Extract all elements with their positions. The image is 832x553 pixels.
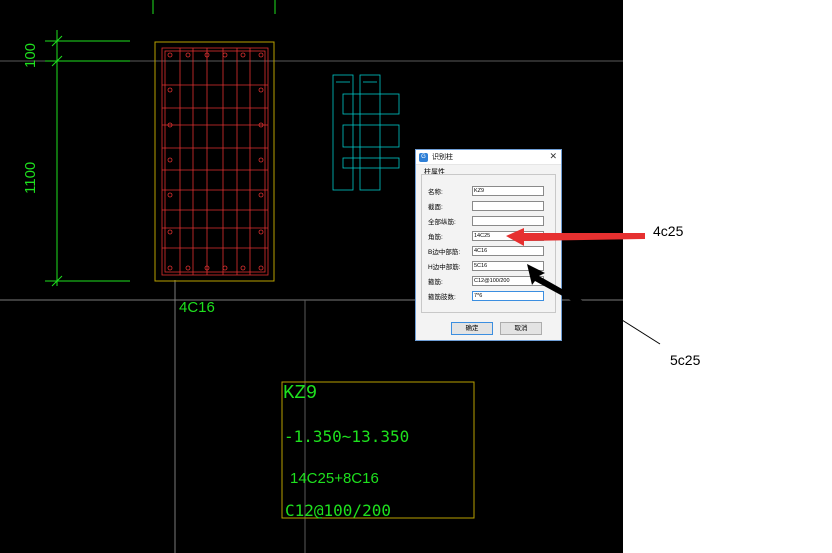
kz-elevation: -1.350~13.350 (284, 427, 410, 446)
field-name: 名称: KZ9 (428, 186, 558, 196)
section-input[interactable] (472, 201, 544, 211)
stirrup-legs-input[interactable]: 7*6 (472, 291, 544, 301)
red-note: 4c25 (653, 223, 684, 239)
field-label: 角筋: (428, 234, 443, 241)
rebar-dots (167, 52, 264, 271)
kz-title: KZ9 (283, 382, 318, 404)
black-note: 5c25 (670, 352, 701, 368)
h-side-rebar-input[interactable]: 5C16 (472, 261, 544, 271)
dimension-top-label: 100 (22, 42, 39, 68)
dialog-titlebar[interactable]: G 识别柱 ✕ (416, 150, 561, 165)
column-outline (154, 41, 275, 282)
field-label: 全部纵筋: (428, 219, 456, 226)
field-label: 名称: (428, 189, 443, 196)
field-label: 箍筋肢数: (428, 294, 456, 301)
field-label: 截面: (428, 204, 443, 211)
name-input[interactable]: KZ9 (472, 186, 544, 196)
field-label: H边中部筋: (428, 264, 461, 271)
dimension-main-label: 1100 (22, 161, 39, 194)
cyan-rebar-detail (332, 74, 400, 191)
corner-rebar-input[interactable]: 14C25 (472, 231, 544, 241)
kz-long-rebar: 14C25+8C16 (290, 470, 379, 487)
field-all-rebar: 全部纵筋: (428, 216, 558, 226)
app-icon: G (419, 152, 428, 162)
column-rebar-section (161, 47, 269, 276)
stirrup-input[interactable]: C12@100/200 (472, 276, 544, 286)
field-label: B边中部筋: (428, 249, 461, 256)
field-section: 截面: (428, 201, 558, 211)
field-h-side-rebar: H边中部筋: 5C16 (428, 261, 558, 271)
kz-stirrup: C12@100/200 (285, 501, 391, 520)
dimension-lines (45, 30, 130, 287)
field-stirrup: 箍筋: C12@100/200 (428, 276, 558, 286)
dialog-title: 识别柱 (432, 154, 453, 161)
b-side-rebar-input[interactable]: 4C16 (472, 246, 544, 256)
ok-button[interactable]: 确定 (451, 322, 493, 335)
field-b-side-rebar: B边中部筋: 4C16 (428, 246, 558, 256)
rebar-note-4c16: 4C16 (179, 299, 215, 316)
black-leader-line (621, 319, 661, 345)
field-label: 箍筋: (428, 279, 443, 286)
field-stirrup-legs: 箍筋肢数: 7*6 (428, 291, 558, 301)
close-icon[interactable]: ✕ (549, 151, 557, 162)
identify-column-dialog[interactable]: G 识别柱 ✕ 柱属性 名称: KZ9 截面: 全部纵筋: 角筋: 14C25 … (415, 149, 562, 341)
all-rebar-input[interactable] (472, 216, 544, 226)
cancel-button[interactable]: 取消 (500, 322, 542, 335)
field-corner-rebar: 角筋: 14C25 (428, 231, 558, 241)
